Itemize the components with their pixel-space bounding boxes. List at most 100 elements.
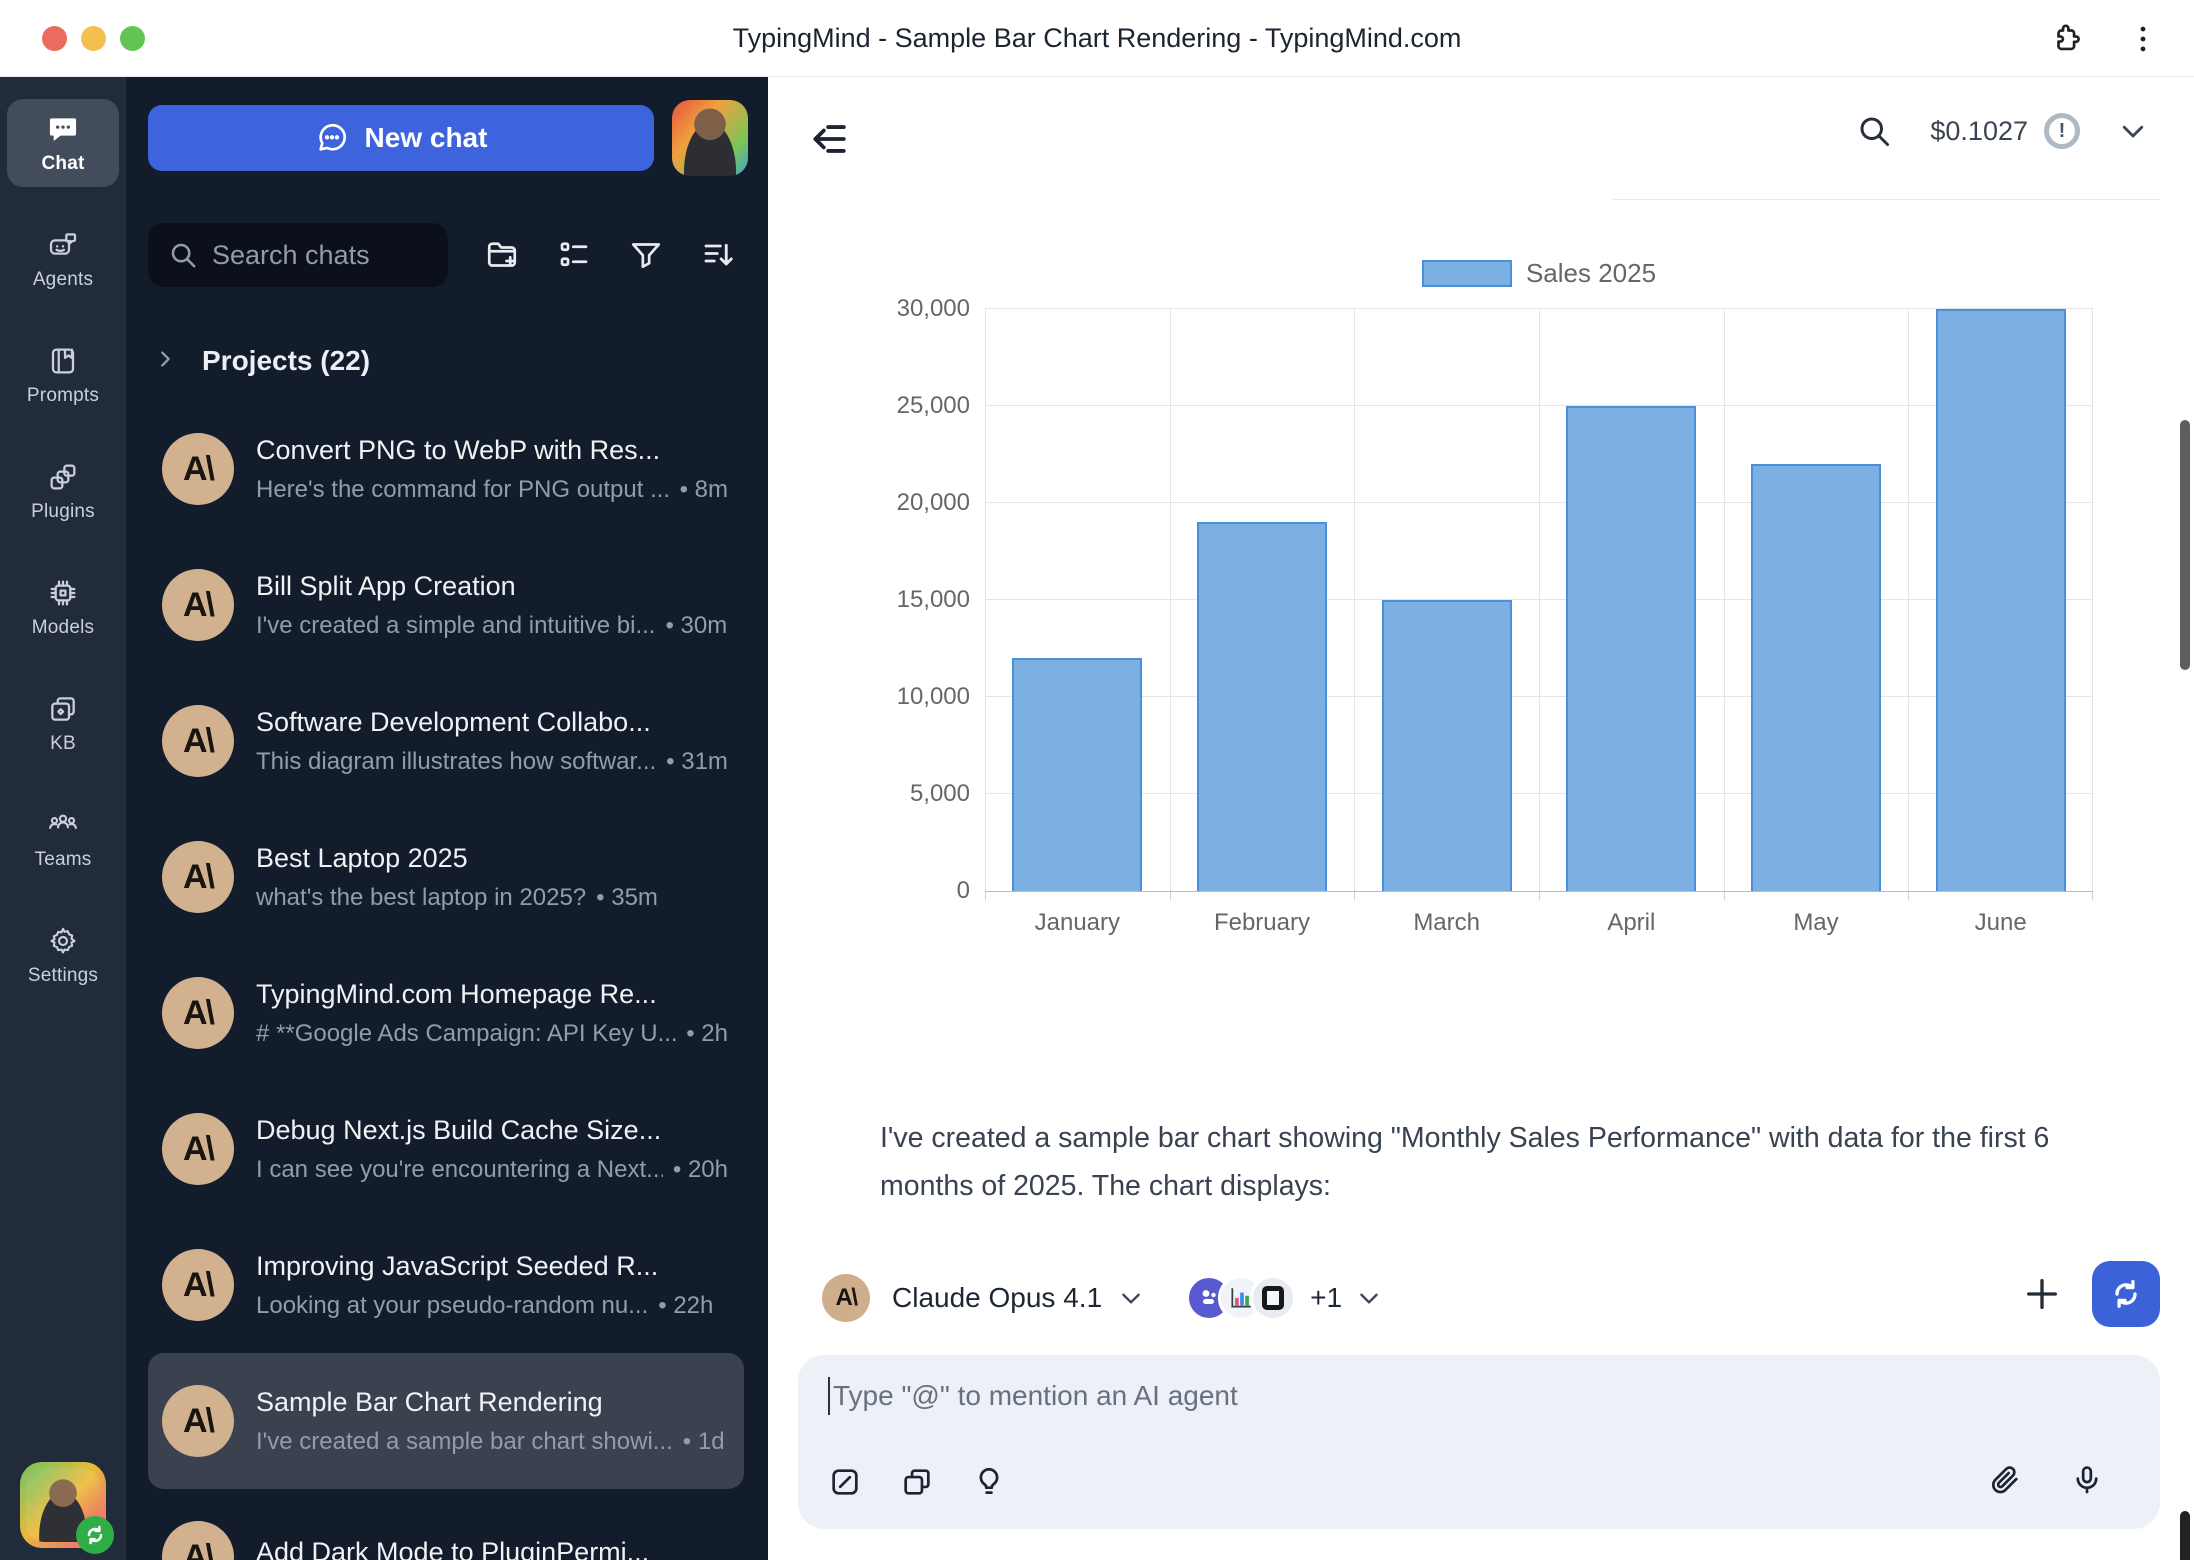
rail-item-kb[interactable]: KB xyxy=(7,679,119,767)
canvas-edit-icon[interactable] xyxy=(828,1465,862,1499)
chat-list-item[interactable]: A\ Debug Next.js Build Cache Size... I c… xyxy=(148,1081,744,1217)
axis-tick xyxy=(1908,891,1909,900)
add-attachment-icon[interactable] xyxy=(2022,1274,2062,1314)
rail-item-models[interactable]: Models xyxy=(7,563,119,651)
chevron-down-icon[interactable] xyxy=(2118,116,2148,146)
bar-march[interactable] xyxy=(1382,600,1512,891)
rail-item-teams[interactable]: Teams xyxy=(7,795,119,883)
projects-section-toggle[interactable]: Projects (22) xyxy=(148,345,748,377)
chat-list-item[interactable]: A\ Best Laptop 2025 what's the best lapt… xyxy=(148,809,744,945)
search-icon xyxy=(168,240,198,270)
axis-tick xyxy=(2092,891,2093,900)
pages-icon[interactable] xyxy=(900,1465,934,1499)
chat-list-item[interactable]: A\ Add Dark Mode to PluginPermi... xyxy=(148,1489,744,1560)
chat-list-item[interactable]: A\ Bill Split App Creation I've created … xyxy=(148,537,744,673)
chat-subtitle: I've created a simple and intuitive bi..… xyxy=(256,612,655,640)
rail-item-plugins[interactable]: Plugins xyxy=(7,447,119,535)
gridline xyxy=(985,309,986,891)
rail-item-prompts[interactable]: Prompts xyxy=(7,331,119,419)
search-chats-input[interactable]: Search chats xyxy=(148,223,448,287)
message-composer[interactable]: Type "@" to mention an AI agent xyxy=(798,1355,2160,1529)
scrollbar-thumb[interactable] xyxy=(2180,1511,2190,1560)
microphone-icon[interactable] xyxy=(2070,1463,2104,1497)
y-axis-tick-label: 30,000 xyxy=(820,295,970,323)
regenerate-button[interactable] xyxy=(2092,1261,2160,1327)
chat-icon xyxy=(47,113,79,145)
chat-time: • 30m xyxy=(665,612,727,640)
chat-title: Convert PNG to WebP with Res... xyxy=(256,435,728,466)
chevron-right-icon xyxy=(154,346,176,377)
axis-tick xyxy=(1170,891,1171,900)
workspace-avatar[interactable] xyxy=(672,100,748,176)
bar-january[interactable] xyxy=(1012,658,1142,891)
bar-may[interactable] xyxy=(1751,464,1881,891)
gridline xyxy=(1724,309,1725,891)
anthropic-avatar-icon: A\ xyxy=(162,977,234,1049)
chart-legend[interactable]: Sales 2025 xyxy=(985,258,2093,289)
chevron-down-icon[interactable] xyxy=(1118,1285,1144,1311)
nav-rail: Chat Agents Prompts Plugins Models KB Te… xyxy=(0,77,126,1560)
collapse-sidebar-icon[interactable] xyxy=(808,117,852,161)
minimize-button[interactable] xyxy=(81,26,106,51)
sort-icon[interactable] xyxy=(700,237,736,273)
chat-subtitle: what's the best laptop in 2025? xyxy=(256,884,586,912)
main-panel: $0.1027 ! Sales 2025 05,00010,00015,0002… xyxy=(768,77,2194,1560)
new-folder-icon[interactable] xyxy=(484,237,520,273)
composer-input[interactable]: Type "@" to mention an AI agent xyxy=(828,1377,1238,1415)
chat-subtitle: Here's the command for PNG output ... xyxy=(256,476,670,504)
chat-title: TypingMind.com Homepage Re... xyxy=(256,979,728,1010)
rail-item-chat[interactable]: Chat xyxy=(7,99,119,187)
anthropic-avatar-icon: A\ xyxy=(162,569,234,641)
chat-title: Debug Next.js Build Cache Size... xyxy=(256,1115,728,1146)
chat-title: Add Dark Mode to PluginPermi... xyxy=(256,1537,728,1560)
chat-list-item[interactable]: A\ Improving JavaScript Seeded R... Look… xyxy=(148,1217,744,1353)
bar-june[interactable] xyxy=(1936,309,2066,891)
chevron-down-icon xyxy=(1356,1285,1382,1311)
bar-february[interactable] xyxy=(1197,522,1327,891)
bar-april[interactable] xyxy=(1566,406,1696,891)
chat-sidebar: New chat Search chats xyxy=(126,77,768,1560)
legend-swatch xyxy=(1422,260,1512,287)
chat-list-item[interactable]: A\ TypingMind.com Homepage Re... # **Goo… xyxy=(148,945,744,1081)
browser-menu-icon[interactable] xyxy=(2126,22,2160,56)
filter-icon[interactable] xyxy=(628,237,664,273)
x-axis-tick-label: February xyxy=(1170,909,1355,937)
chat-subtitle: I've created a sample bar chart showi... xyxy=(256,1428,673,1456)
gridline xyxy=(1908,309,1909,891)
chat-list-item[interactable]: A\ Convert PNG to WebP with Res... Here'… xyxy=(148,401,744,537)
close-button[interactable] xyxy=(42,26,67,51)
chat-time: • 31m xyxy=(666,748,728,776)
refresh-icon xyxy=(2108,1276,2144,1312)
chat-title: Improving JavaScript Seeded R... xyxy=(256,1251,728,1282)
plugins-icon xyxy=(47,461,79,493)
chat-list: A\ Convert PNG to WebP with Res... Here'… xyxy=(148,401,748,1560)
chat-subtitle: This diagram illustrates how softwar... xyxy=(256,748,656,776)
model-selector[interactable]: Claude Opus 4.1 xyxy=(892,1282,1102,1314)
select-chats-icon[interactable] xyxy=(556,237,592,273)
attach-file-icon[interactable] xyxy=(1988,1463,2022,1497)
gridline xyxy=(1539,309,1540,891)
x-axis-tick-label: January xyxy=(985,909,1170,937)
plugins-selector[interactable]: +1 xyxy=(1186,1275,1382,1321)
new-chat-label: New chat xyxy=(365,122,488,154)
y-axis-tick-label: 10,000 xyxy=(820,683,970,711)
x-axis-tick-label: June xyxy=(1908,909,2093,937)
extensions-icon[interactable] xyxy=(2050,22,2084,56)
search-conversation-icon[interactable] xyxy=(1856,113,1892,149)
scrollbar-thumb[interactable] xyxy=(2180,420,2190,670)
y-axis-tick-label: 0 xyxy=(820,877,970,905)
x-axis-tick-label: April xyxy=(1539,909,1724,937)
chat-list-item[interactable]: A\ Sample Bar Chart Rendering I've creat… xyxy=(148,1353,744,1489)
chat-list-item[interactable]: A\ Software Development Collabo... This … xyxy=(148,673,744,809)
rail-item-settings[interactable]: Settings xyxy=(7,911,119,999)
zoom-button[interactable] xyxy=(120,26,145,51)
prompts-icon xyxy=(47,345,79,377)
usage-cost-group[interactable]: $0.1027 ! xyxy=(1930,113,2080,149)
chat-time: • 35m xyxy=(596,884,658,912)
lightbulb-icon[interactable] xyxy=(972,1465,1006,1499)
anthropic-avatar-icon: A\ xyxy=(162,1249,234,1321)
rail-item-agents[interactable]: Agents xyxy=(7,215,119,303)
chat-subtitle: Looking at your pseudo-random nu... xyxy=(256,1292,648,1320)
user-avatar[interactable] xyxy=(20,1462,106,1548)
new-chat-button[interactable]: New chat xyxy=(148,105,654,171)
